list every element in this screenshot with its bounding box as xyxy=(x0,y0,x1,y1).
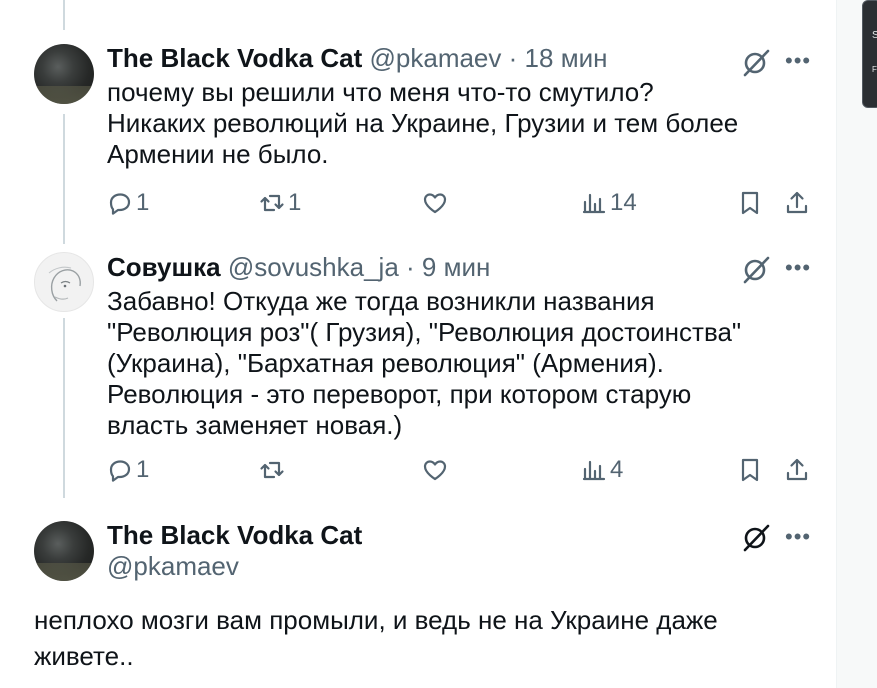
side-popup[interactable]: S F xyxy=(862,0,877,108)
avatar[interactable] xyxy=(34,252,94,312)
more-icon[interactable]: ••• xyxy=(785,50,811,72)
author-handle[interactable]: @pkamaev xyxy=(370,43,502,73)
tweet-text-line: власть заменяет новая.) xyxy=(107,410,403,440)
tweet-actions: 1 4 xyxy=(0,453,836,487)
popup-text: S xyxy=(872,30,877,41)
like-icon xyxy=(423,193,447,214)
tweet-text-line: Никаких революций на Украине, Грузии и т… xyxy=(107,108,739,138)
bookmark-button[interactable] xyxy=(736,186,764,220)
views-icon xyxy=(582,460,606,481)
reply-button[interactable]: 1 xyxy=(106,453,149,487)
repost-button[interactable]: 1 xyxy=(258,186,301,220)
tweet-text-line: почему вы решили что меня что-то смутило… xyxy=(107,77,654,107)
like-button[interactable] xyxy=(421,186,451,220)
repost-icon xyxy=(260,194,284,212)
reply-count: 1 xyxy=(136,456,150,483)
reply-count: 1 xyxy=(136,189,150,216)
more-icon[interactable]: ••• xyxy=(785,257,811,279)
reply-icon xyxy=(109,193,131,215)
author-name[interactable]: Совушка xyxy=(107,252,221,282)
tweet-actions: 1 1 14 xyxy=(0,186,836,220)
repost-button[interactable] xyxy=(258,453,288,487)
reply-button[interactable]: 1 xyxy=(106,186,149,220)
author-name[interactable]: The Black Vodka Cat xyxy=(107,520,362,550)
thread-line-1 xyxy=(63,114,65,244)
tweet-text-line: Революция - это переворот, при котором с… xyxy=(107,379,692,409)
separator-dot: · xyxy=(406,252,415,282)
share-button[interactable] xyxy=(783,186,811,220)
avatar[interactable] xyxy=(34,44,94,104)
share-button[interactable] xyxy=(783,453,811,487)
tweet-text: Забавно! Откуда же тогда возникли назван… xyxy=(107,286,741,441)
grok-icon[interactable] xyxy=(741,255,771,285)
tweet-header: The Black Vodka Cat @pkamaev · 18 мин xyxy=(107,43,607,73)
tweet-text-line: (Украина), "Бархатная революция" (Армени… xyxy=(107,348,664,378)
tweet-text-line: неплохо мозги вам промыли, и ведь не на … xyxy=(34,605,718,635)
author-handle[interactable]: @pkamaev xyxy=(107,551,239,581)
views-count: 14 xyxy=(610,189,637,216)
tweet-time[interactable]: 9 мин xyxy=(422,252,490,282)
separator-dot: · xyxy=(508,43,518,73)
author-name[interactable]: The Black Vodka Cat xyxy=(107,43,362,73)
repost-icon xyxy=(260,461,284,479)
tweet-text: почему вы решили что меня что-то смутило… xyxy=(107,77,738,170)
grok-icon[interactable] xyxy=(741,523,771,553)
tweet-text-line: Армении не было. xyxy=(107,139,329,169)
repost-count: 1 xyxy=(288,189,302,216)
views-icon xyxy=(582,193,606,214)
tweet-text-line: Забавно! Откуда же тогда возникли назван… xyxy=(107,286,655,316)
timeline-column: The Black Vodka Cat @pkamaev · 18 мин ••… xyxy=(0,0,837,688)
like-icon xyxy=(423,460,447,481)
reply-icon xyxy=(109,460,131,482)
tweet-header: Совушка @sovushka_ja · 9 мин xyxy=(107,252,490,282)
tweet-text-line: "Революция роз"( Грузия), "Революция дос… xyxy=(107,317,742,347)
tweet-text-line: живете.. xyxy=(34,641,134,671)
share-icon xyxy=(786,191,808,214)
thread-line-top xyxy=(63,0,65,30)
avatar-drawing xyxy=(48,266,81,302)
more-icon[interactable]: ••• xyxy=(785,526,811,548)
views-count: 4 xyxy=(610,456,624,483)
share-icon xyxy=(786,458,808,481)
tweet-time[interactable]: 18 мин xyxy=(525,43,608,73)
views-button[interactable]: 14 xyxy=(580,186,637,220)
bookmark-icon xyxy=(741,458,759,482)
grok-icon[interactable] xyxy=(741,48,771,78)
views-button[interactable]: 4 xyxy=(580,453,623,487)
bookmark-icon xyxy=(741,191,759,215)
like-button[interactable] xyxy=(421,453,451,487)
bookmark-button[interactable] xyxy=(736,453,764,487)
author-handle[interactable]: @sovushka_ja xyxy=(228,252,399,282)
popup-text: F xyxy=(872,65,877,74)
tweet-text: неплохо мозги вам промыли, и ведь не на … xyxy=(34,602,718,674)
avatar[interactable] xyxy=(34,521,94,581)
